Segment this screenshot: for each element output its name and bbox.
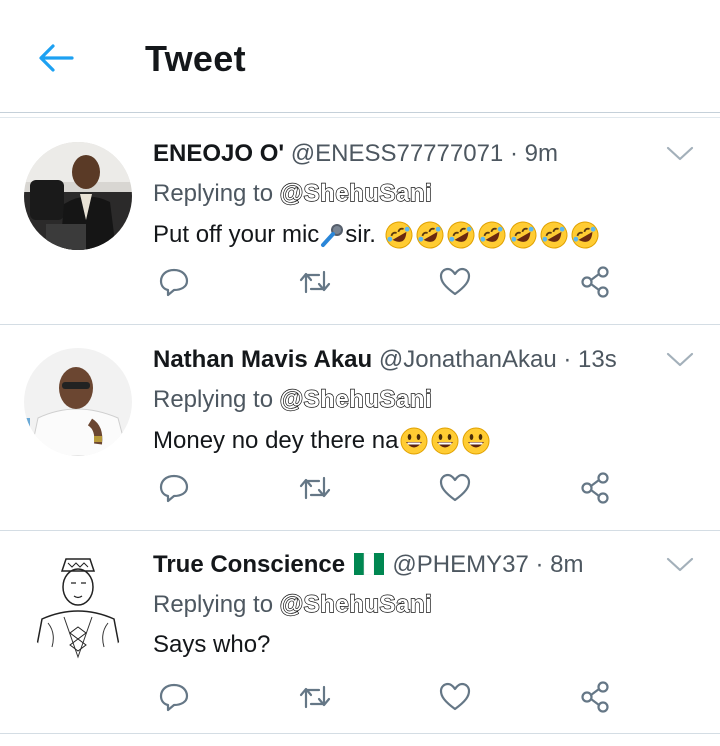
rofl-icon (478, 221, 506, 249)
emoji-group (384, 220, 600, 250)
heart-icon (439, 473, 471, 502)
tweet-actions (150, 466, 630, 510)
replying-to-label: Replying to (153, 591, 274, 618)
nigeria-flag-icon (353, 552, 384, 576)
share-icon (581, 266, 609, 298)
mention-link[interactable]: @ShehuSani (279, 179, 432, 207)
share-icon (581, 472, 609, 504)
tweet-text-content: Put off your mic (153, 221, 320, 248)
divider (0, 733, 720, 734)
retweet-icon (299, 476, 331, 500)
app-header: Tweet (0, 0, 720, 112)
tweet-actions (150, 260, 630, 304)
tweet-reply[interactable]: ENEOJO O' @ENESS77777071 · 9m Replying t… (0, 118, 720, 325)
tweet-meta: Nathan Mavis Akau @JonathanAkau · 13s (153, 346, 617, 374)
author-name[interactable]: ENEOJO O' (153, 140, 284, 167)
tweet-text-content: Says who? (153, 631, 271, 658)
retweet-button[interactable] (293, 260, 337, 304)
smiley-icon (431, 427, 458, 455)
author-handle[interactable]: @PHEMY37 (392, 551, 528, 578)
tweet-reply[interactable]: True Conscience @PHEMY37 · 8m Replying t… (0, 531, 720, 738)
tweet-meta: True Conscience @PHEMY37 · 8m (153, 551, 584, 579)
tweet-text-content: Money no dey there na (153, 427, 399, 454)
retweet-button[interactable] (293, 466, 337, 510)
like-button[interactable] (433, 466, 477, 510)
author-handle[interactable]: @ENESS77777071 (291, 140, 504, 167)
heart-icon (439, 682, 471, 711)
reply-button[interactable] (152, 675, 196, 719)
like-button[interactable] (433, 675, 477, 719)
replying-to-label: Replying to (153, 386, 274, 413)
heart-icon (439, 267, 471, 296)
timestamp: 9m (524, 140, 558, 167)
replying-to: Replying to @ShehuSani (153, 385, 432, 414)
rofl-icon (540, 221, 568, 249)
mention-link[interactable]: @ShehuSani (279, 385, 432, 413)
tweet-text: Put off your mic sir. (153, 220, 600, 250)
separator-dot: · (509, 140, 518, 167)
tweet-text: Says who? (153, 631, 270, 659)
separator-dot: · (535, 551, 544, 578)
replying-to: Replying to @ShehuSani (153, 179, 432, 208)
reply-icon (159, 268, 189, 297)
separator-dot: · (563, 346, 572, 373)
retweet-icon (299, 270, 331, 294)
rofl-icon (571, 221, 599, 249)
timestamp: 13s (578, 346, 617, 373)
retweet-button[interactable] (293, 675, 337, 719)
share-button[interactable] (573, 675, 617, 719)
author-name[interactable]: Nathan Mavis Akau (153, 346, 372, 373)
share-button[interactable] (573, 466, 617, 510)
avatar[interactable] (24, 348, 132, 456)
microphone-icon (321, 224, 344, 247)
retweet-icon (299, 685, 331, 709)
replying-to: Replying to @ShehuSani (153, 590, 432, 619)
mention-link[interactable]: @ShehuSani (279, 590, 432, 618)
tweet-meta: ENEOJO O' @ENESS77777071 · 9m (153, 140, 558, 168)
rofl-icon (447, 221, 475, 249)
chevron-down-icon[interactable] (664, 144, 696, 164)
emoji-group (399, 426, 491, 456)
smiley-icon (462, 427, 489, 455)
like-button[interactable] (433, 260, 477, 304)
share-button[interactable] (573, 260, 617, 304)
reply-button[interactable] (152, 260, 196, 304)
tweet-reply[interactable]: Nathan Mavis Akau @JonathanAkau · 13s Re… (0, 324, 720, 531)
avatar[interactable] (24, 142, 132, 250)
rofl-icon (509, 221, 537, 249)
reply-button[interactable] (152, 466, 196, 510)
author-name[interactable]: True Conscience (153, 551, 345, 578)
back-arrow-icon (39, 44, 74, 72)
replying-to-label: Replying to (153, 180, 274, 207)
divider (0, 112, 720, 113)
chevron-down-icon[interactable] (664, 555, 696, 575)
tweet-text-suffix: sir. (345, 221, 376, 248)
reply-icon (159, 474, 189, 503)
author-handle[interactable]: @JonathanAkau (379, 346, 557, 373)
rofl-icon (416, 221, 444, 249)
share-icon (581, 681, 609, 713)
chevron-down-icon[interactable] (664, 350, 696, 370)
smiley-icon (400, 427, 427, 455)
tweet-text: Money no dey there na (153, 426, 491, 456)
page-title: Tweet (145, 38, 246, 79)
tweet-actions (150, 675, 630, 719)
rofl-icon (385, 221, 413, 249)
back-button[interactable] (30, 36, 82, 80)
reply-icon (159, 683, 189, 712)
timestamp: 8m (550, 551, 584, 578)
avatar[interactable] (24, 553, 132, 661)
